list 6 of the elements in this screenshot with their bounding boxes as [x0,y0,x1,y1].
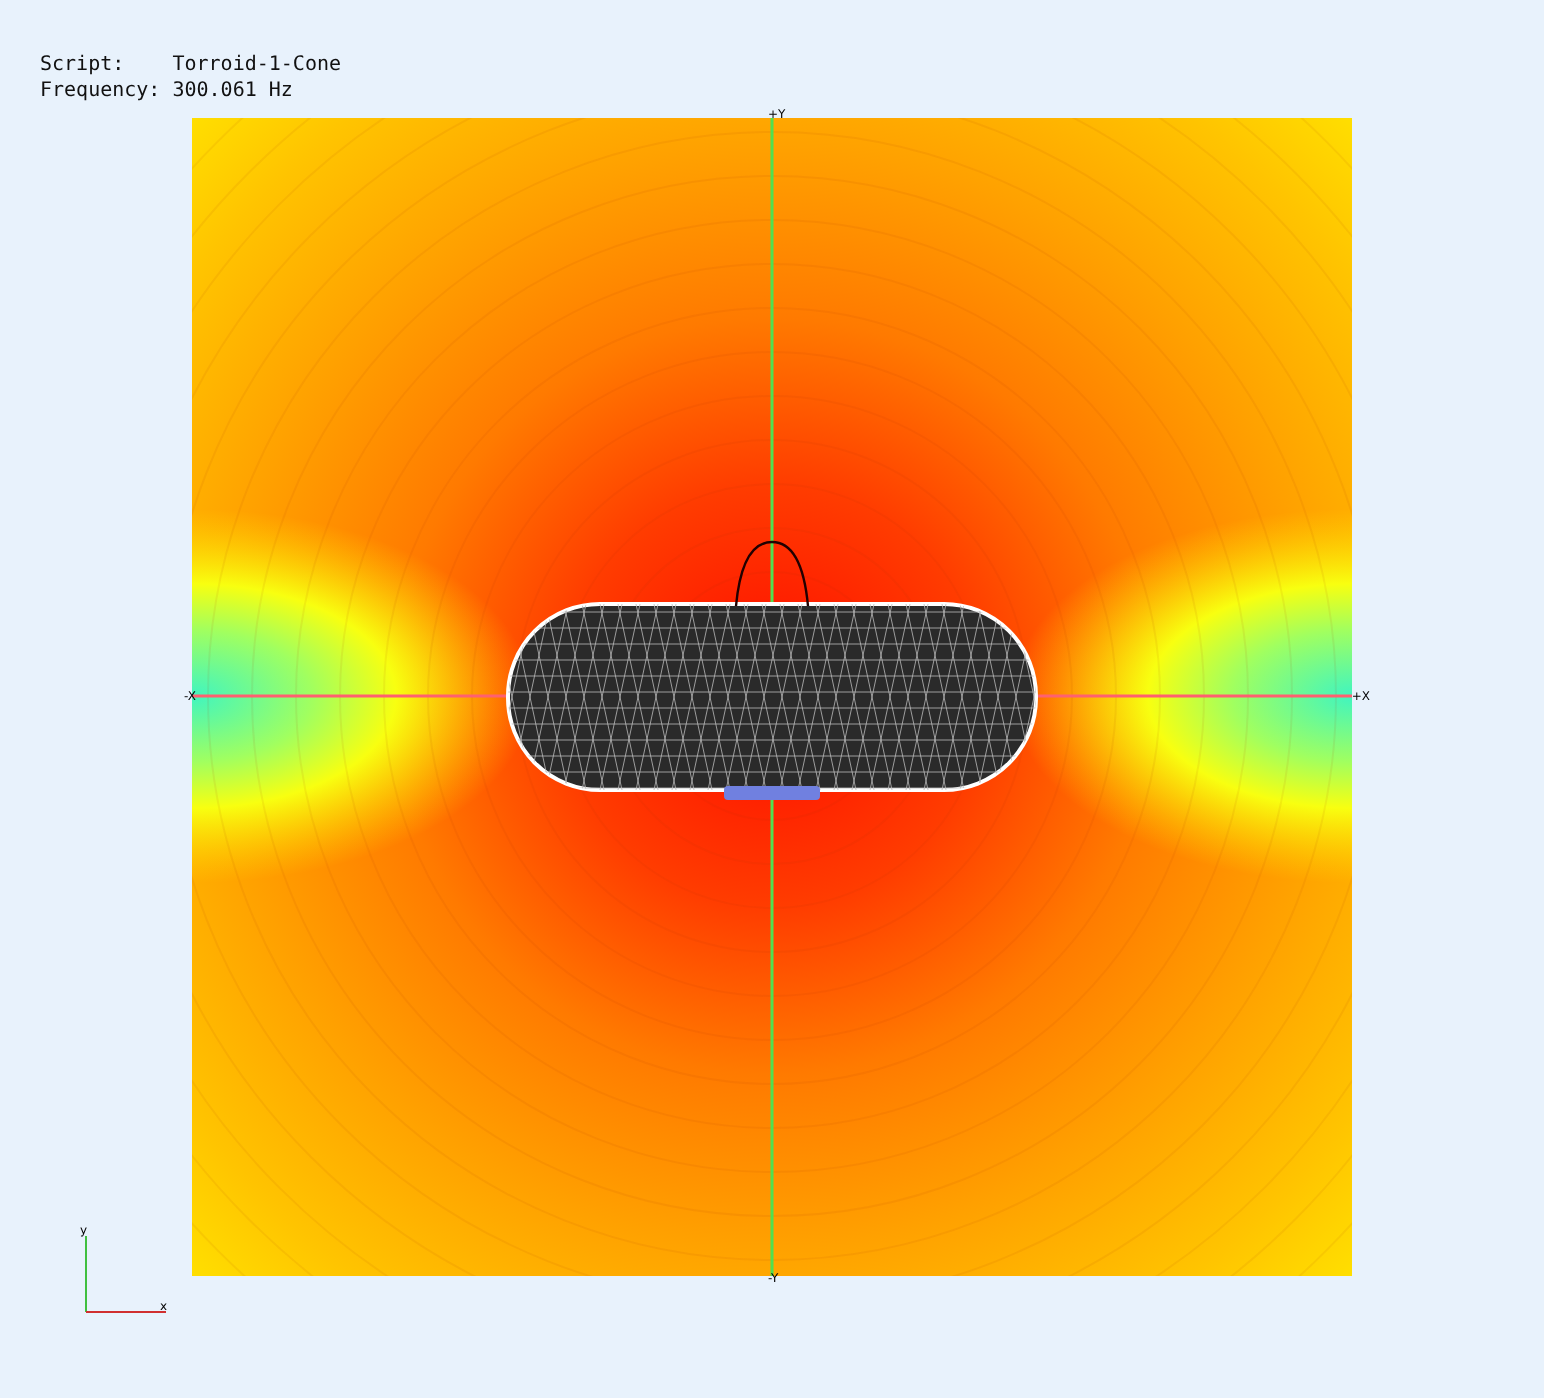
info-label: Script: [40,52,127,78]
arch-drawing [734,540,810,607]
info-value: Torroid-1-Cone [172,52,342,78]
info-label: Frequency: [40,78,161,104]
plate-drawing [724,786,820,800]
info-value: 300.061 Hz [172,78,295,104]
